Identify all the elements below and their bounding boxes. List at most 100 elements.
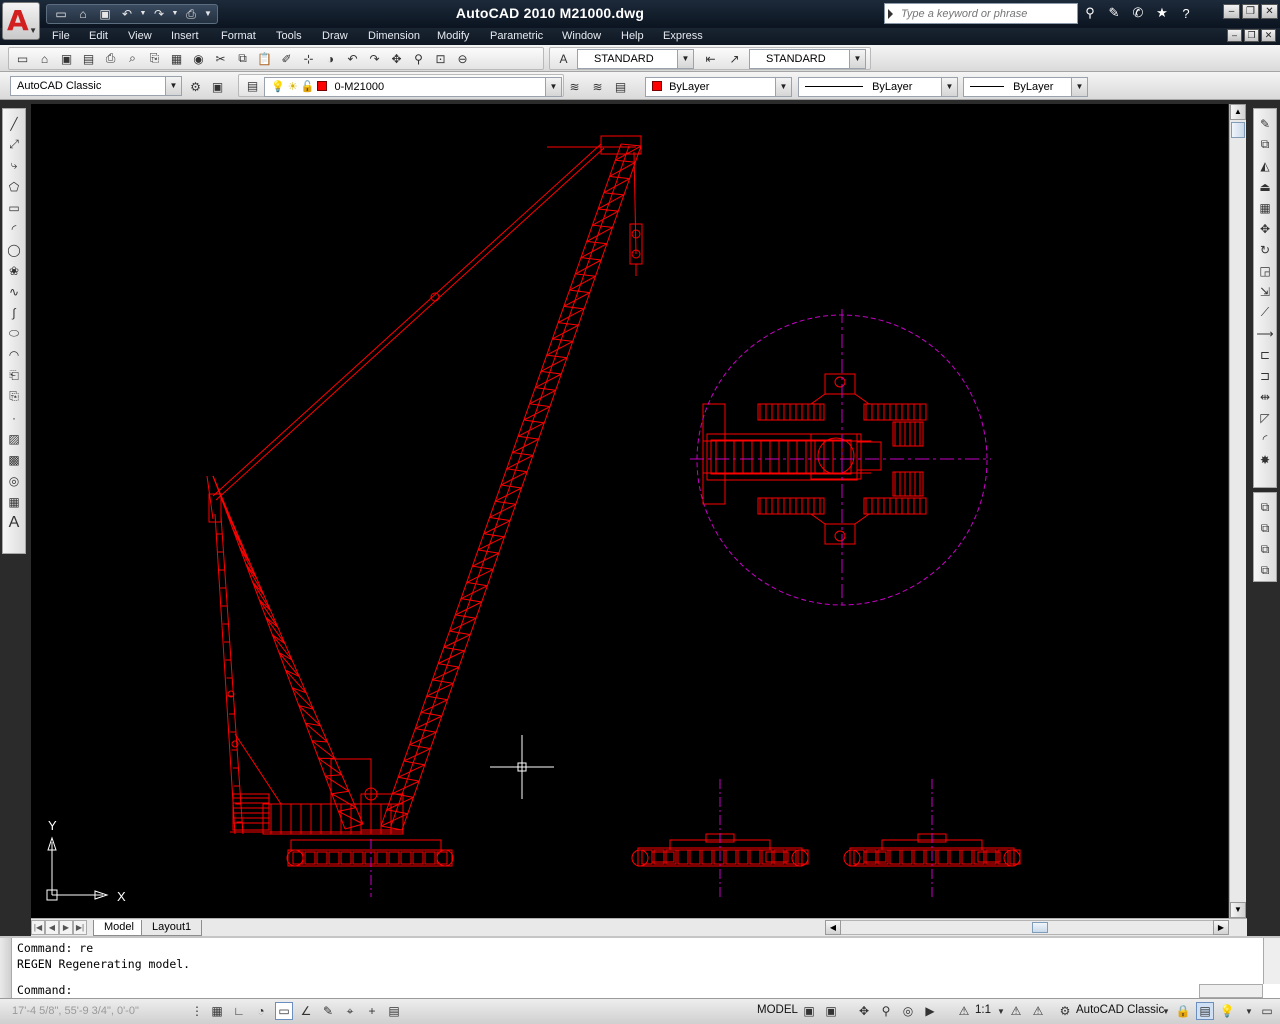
fillet-icon[interactable]: ◜ (1255, 428, 1275, 449)
zoom-status-icon[interactable]: ⚲ (877, 1002, 895, 1020)
chamfer-icon[interactable]: ◸ (1255, 407, 1275, 428)
doc-restore-icon[interactable]: ❐ (1244, 29, 1259, 42)
cut-icon[interactable]: ✂ (210, 49, 231, 68)
break-icon[interactable]: ⊐ (1255, 365, 1275, 386)
color-wheel-icon[interactable]: ◑ (320, 49, 341, 68)
communication-center-icon[interactable]: ✆ (1128, 4, 1148, 22)
trim-icon[interactable]: ⟋ (1255, 302, 1275, 323)
make-current-layer-icon[interactable]: ≋ (564, 77, 585, 96)
snap-mode-icon[interactable]: ⋮ (188, 1002, 206, 1020)
menu-edit[interactable]: Edit (89, 30, 108, 42)
menu-parametric[interactable]: Parametric (490, 30, 543, 42)
open-file-icon[interactable]: ⌂ (34, 49, 55, 68)
lineweight-toggle-icon[interactable]: + (363, 1002, 381, 1020)
circle-icon[interactable]: ◯ (4, 239, 24, 260)
scroll-down-icon[interactable]: ▼ (1230, 902, 1246, 918)
match-properties-icon[interactable]: ✐ (276, 49, 297, 68)
annotation-visibility-icon[interactable]: ⚠ (1007, 1002, 1025, 1020)
zoom-previous-icon[interactable]: ⊖ (452, 49, 473, 68)
move-icon[interactable]: ✥ (1255, 218, 1275, 239)
spline-icon[interactable]: ∿ (4, 281, 24, 302)
help-icon[interactable]: ? (1176, 4, 1196, 22)
ellipse-icon[interactable]: ⬭ (4, 323, 24, 344)
text-style-icon[interactable]: A (553, 49, 574, 68)
scroll-right-icon[interactable]: ▶ (1213, 920, 1229, 935)
stretch-icon[interactable]: ⇲ (1255, 281, 1275, 302)
spline-curve-icon[interactable]: ∫ (4, 302, 24, 323)
quick-view-drawings-icon[interactable]: ▣ (822, 1002, 840, 1020)
annotation-scale-icon[interactable]: ⚠ (955, 1002, 973, 1020)
save-workspace-icon[interactable]: ▣ (207, 77, 228, 96)
paste-icon[interactable]: 📋 (254, 49, 275, 68)
undo-toolbar-icon[interactable]: ↶ (342, 49, 363, 68)
text-style-dropdown[interactable]: STANDARD ▼ (577, 49, 694, 69)
vertical-scroll-thumb[interactable] (1231, 122, 1245, 138)
menu-dimension[interactable]: Dimension (368, 30, 420, 42)
menu-help[interactable]: Help (621, 30, 644, 42)
plot-printer-icon[interactable]: ⎙ (100, 49, 121, 68)
region-icon[interactable]: ◎ (4, 470, 24, 491)
workspace-status-label[interactable]: AutoCAD Classic (1076, 1004, 1164, 1016)
menu-format[interactable]: Format (221, 30, 256, 42)
workspace-settings-icon[interactable]: ⚙ (185, 77, 206, 96)
crane-tracks[interactable] (286, 849, 454, 867)
tab-model[interactable]: Model (93, 920, 145, 936)
multileader-style-icon[interactable]: ↗ (724, 49, 745, 68)
mirror-icon[interactable]: ◭ (1255, 155, 1275, 176)
copy-icon[interactable]: ⧉ (232, 49, 253, 68)
polyline-icon[interactable]: ⤷ (4, 155, 24, 176)
last-tab-icon[interactable]: ▶| (73, 920, 87, 935)
polar-tracking-icon[interactable]: ◔ (252, 1002, 270, 1020)
menu-draw[interactable]: Draw (322, 30, 348, 42)
polygon-icon[interactable]: ⬠ (4, 176, 24, 197)
clean-screen-icon[interactable]: ▭ (1258, 1002, 1276, 1020)
menu-tools[interactable]: Tools (276, 30, 302, 42)
quick-view-layouts-icon[interactable]: ▣ (800, 1002, 818, 1020)
annotation-scale-value[interactable]: 1:1 (975, 1004, 991, 1016)
make-block-icon[interactable]: ⎘ (4, 386, 24, 407)
ellipse-arc-icon[interactable]: ◠ (4, 344, 24, 365)
menu-view[interactable]: View (128, 30, 152, 42)
menu-window[interactable]: Window (562, 30, 601, 42)
arc-icon[interactable]: ◜ (4, 218, 24, 239)
menu-insert[interactable]: Insert (171, 30, 199, 42)
application-menu-button[interactable]: A ▼ (2, 2, 40, 40)
hardware-acceleration-icon[interactable]: ▤ (1196, 1002, 1214, 1020)
scale-icon[interactable]: ◲ (1255, 260, 1275, 281)
zoom-window-icon[interactable]: ⊡ (430, 49, 451, 68)
join-icon[interactable]: ⇹ (1255, 386, 1275, 407)
auto-scale-icon[interactable]: ⚠ (1029, 1002, 1047, 1020)
command-horizontal-scrollbar[interactable] (1199, 984, 1263, 998)
menu-express[interactable]: Express (663, 30, 703, 42)
vertical-scrollbar[interactable]: ▲ ▼ (1229, 104, 1246, 918)
revision-cloud-icon[interactable]: ❀ (4, 260, 24, 281)
layer-previous-icon[interactable]: ≋ (587, 77, 608, 96)
object-snap-tracking-icon[interactable]: ∠ (297, 1002, 315, 1020)
dynamic-input-icon[interactable]: ⌖ (341, 1002, 359, 1020)
toolbar-lock-icon[interactable]: 🔒 (1174, 1002, 1192, 1020)
search-input[interactable] (885, 4, 1077, 23)
workspace-switching-icon[interactable]: ⚙ (1056, 1002, 1074, 1020)
scroll-left-icon[interactable]: ◀ (825, 920, 841, 935)
hatch-icon[interactable]: ▨ (4, 428, 24, 449)
zoom-realtime-icon[interactable]: ⚲ (408, 49, 429, 68)
3d-dwf-icon[interactable]: ◉ (188, 49, 209, 68)
layer-dropdown[interactable]: 💡 ☀ 🔓 0-M21000 ▼ (264, 77, 562, 97)
expand-arrow-icon[interactable] (888, 9, 893, 19)
close-icon[interactable]: ✕ (1261, 4, 1278, 19)
first-tab-icon[interactable]: |◀ (31, 920, 45, 935)
publish-icon[interactable]: ⎘ (144, 49, 165, 68)
layer-state-icon[interactable]: ▤ (610, 77, 631, 96)
layer-properties-icon[interactable]: ▤ (242, 76, 263, 95)
array-icon[interactable]: ▦ (1255, 197, 1275, 218)
break-at-point-icon[interactable]: ⊏ (1255, 344, 1275, 365)
workspace-dropdown[interactable]: AutoCAD Classic ▼ (10, 76, 182, 96)
insert-block-icon[interactable]: ⎗ (4, 365, 24, 386)
save-file-icon[interactable]: ▣ (56, 49, 77, 68)
sheet-set-icon[interactable]: ▤ (78, 49, 99, 68)
block-editor-icon[interactable]: ⊹ (298, 49, 319, 68)
next-tab-icon[interactable]: ▶ (59, 920, 73, 935)
command-vertical-scrollbar[interactable] (1263, 938, 1280, 984)
steering-wheel-icon[interactable]: ◎ (899, 1002, 917, 1020)
pan-status-icon[interactable]: ✥ (855, 1002, 873, 1020)
